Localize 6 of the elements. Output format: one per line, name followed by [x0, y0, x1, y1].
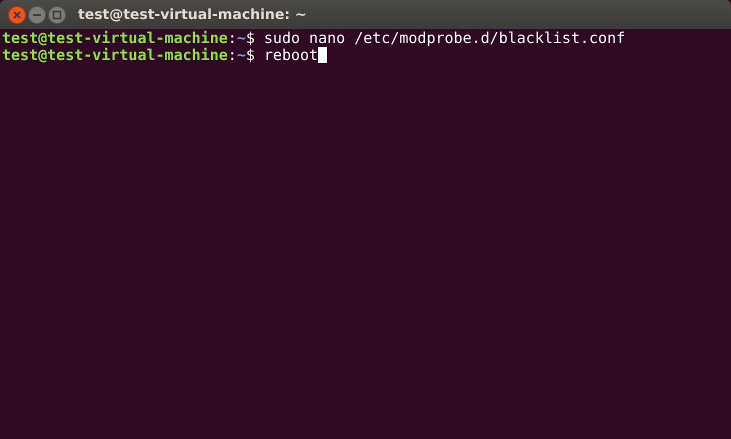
minimize-icon[interactable] — [28, 6, 46, 24]
terminal-line: test@test-virtual-machine:~$ sudo nano /etc/modprobe.d/blacklist.conf — [2, 30, 626, 47]
close-icon[interactable] — [8, 6, 26, 24]
terminal-line: test@test-virtual-machine:~$ reboot — [2, 47, 328, 64]
window-title: test@test-virtual-machine: ~ — [78, 6, 307, 22]
maximize-icon[interactable] — [48, 6, 66, 24]
